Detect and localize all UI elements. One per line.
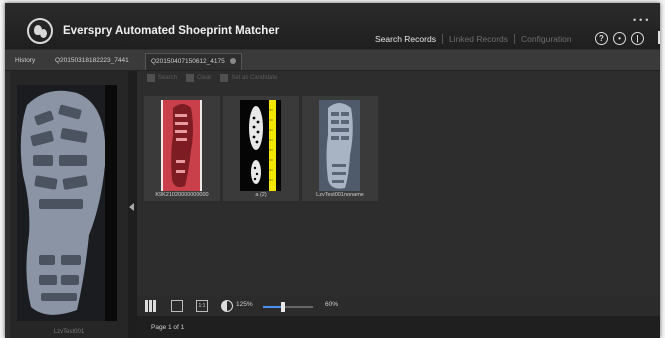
app-window: Everspry Automated Shoeprint Matcher Sea… (5, 3, 660, 338)
page-indicator: Page 1 of 1 (151, 324, 185, 331)
tab-query-2[interactable]: Q20150407150612_4175 (145, 53, 242, 70)
tab-query-1[interactable]: Q20150318182223_7441 (50, 53, 134, 69)
title-bar: Everspry Automated Shoeprint Matcher Sea… (5, 3, 660, 49)
search-icon (147, 74, 155, 82)
opacity-slider-fill (263, 306, 283, 308)
search-label: Search (158, 75, 178, 81)
results-area: Search Clear Set as Candidate K9K2102000… (137, 71, 660, 296)
window-controls-icon[interactable]: ••• (633, 15, 651, 25)
app-logo-icon (27, 18, 53, 44)
grid-view-icon[interactable] (145, 300, 157, 312)
result-thumbnail[interactable]: LzvTest001noname (302, 96, 378, 201)
power-icon[interactable]: | (631, 32, 644, 45)
nav-search-records[interactable]: Search Records (369, 34, 443, 44)
panel-collapse-handle[interactable] (128, 71, 137, 338)
clear-button[interactable]: Clear (186, 74, 211, 82)
clear-label: Clear (197, 75, 212, 81)
opacity-value: 60% (325, 301, 339, 308)
result-caption: K9K21020000000000 (155, 192, 209, 198)
view-controls-bar: 1:1 125% 60% (137, 296, 660, 316)
nav-configuration[interactable]: Configuration (515, 34, 578, 44)
fit-to-window-icon[interactable] (171, 300, 183, 312)
result-thumbnail[interactable]: a (2) (223, 96, 299, 201)
query-preview-panel: LzvTest001 (10, 71, 128, 338)
query-image-label: LzvTest001 (53, 329, 85, 335)
set-candidate-button[interactable]: Set as Candidate (220, 74, 277, 82)
result-caption: a (2) (255, 192, 267, 198)
results-toolbar: Search Clear Set as Candidate (147, 74, 277, 82)
contrast-icon[interactable] (221, 300, 233, 312)
user-icon[interactable]: • (613, 32, 626, 45)
tab-bar: History Q20150318182223_7441 Q2015040715… (5, 50, 660, 71)
opacity-slider[interactable] (263, 302, 313, 312)
help-icon[interactable]: ? (595, 32, 608, 45)
tab-close-icon[interactable] (229, 58, 236, 65)
pagination-bar: Page 1 of 1 (137, 316, 660, 338)
opacity-slider-knob[interactable] (281, 302, 285, 312)
query-shoeprint-image[interactable] (17, 85, 117, 321)
collapse-arrow-icon (129, 203, 134, 211)
tab-query-2-label: Q20150407150612_4175 (151, 58, 225, 65)
header-icons: ? • | (595, 32, 644, 45)
result-image-red (161, 100, 202, 191)
window-edge-handle[interactable] (658, 31, 660, 44)
result-image-dark (240, 100, 281, 191)
nav-linked-records[interactable]: Linked Records (443, 34, 516, 44)
clear-icon (186, 74, 195, 82)
result-caption: LzvTest001noname (316, 192, 364, 198)
candidate-icon (220, 74, 229, 82)
app-title: Everspry Automated Shoeprint Matcher (63, 25, 280, 37)
set-candidate-label: Set as Candidate (231, 75, 278, 81)
result-image-gray (319, 100, 360, 191)
tab-history[interactable]: History (10, 53, 40, 69)
actual-size-icon[interactable]: 1:1 (196, 300, 208, 312)
main-nav: Search Records Linked Records Configurat… (369, 34, 578, 44)
result-thumbnail[interactable]: K9K21020000000000 (144, 96, 220, 201)
zoom-value: 125% (236, 301, 253, 308)
search-button[interactable]: Search (147, 74, 177, 82)
